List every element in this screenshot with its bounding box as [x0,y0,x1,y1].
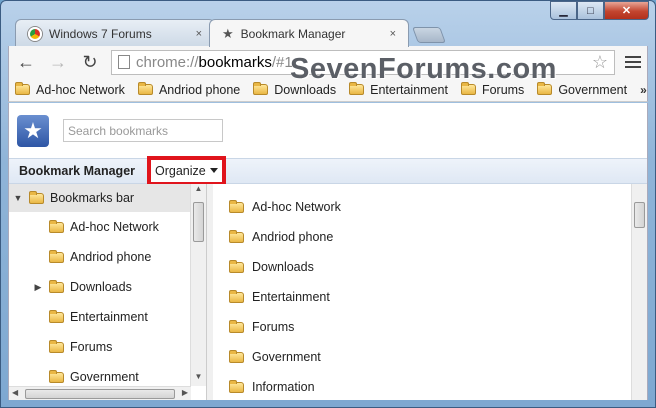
scroll-thumb[interactable] [634,202,645,228]
tree-item[interactable]: Andriod phone [9,242,206,272]
window-controls: ▁ □ ✕ [550,1,649,20]
bookmark-manager-logo-icon: ★ [17,114,49,147]
forward-button[interactable]: → [47,51,69,73]
bookmark-item[interactable]: Andriod phone [137,82,240,97]
list-item[interactable]: Downloads [229,252,647,282]
list-item[interactable]: Ad-hoc Network [229,192,647,222]
page-title: Bookmark Manager [19,164,136,178]
tab-label: Bookmark Manager [240,26,346,41]
url-host: bookmarks [198,53,272,71]
tab-bookmark-manager[interactable]: ★ Bookmark Manager × [209,19,409,47]
bookmark-item[interactable]: Ad-hoc Network [15,82,125,97]
scroll-down-arrow-icon[interactable]: ▼ [191,372,206,386]
collapse-triangle-icon[interactable]: ▼ [13,193,23,203]
overflow-chevron-icon[interactable]: » [640,83,647,97]
tab-strip: Windows 7 Forums × ★ Bookmark Manager × [15,19,446,47]
tree-vertical-scrollbar[interactable]: ▲ ▼ [190,184,206,386]
manager-toolbar: Bookmark Manager Organize [9,155,647,186]
folder-icon [253,82,269,95]
tab-windows7forums[interactable]: Windows 7 Forums × [15,19,215,47]
folder-icon [229,349,244,363]
folder-icon [49,279,64,293]
scroll-thumb[interactable] [193,202,204,242]
folder-icon [49,369,64,383]
search-input[interactable] [63,119,223,142]
star-icon: ★ [222,25,234,41]
url-scheme: chrome:// [136,53,199,71]
tree-item[interactable]: ▶ Downloads [9,272,206,302]
manager-header: ★ [9,103,647,158]
organize-menu-button[interactable]: Organize [147,155,226,186]
folder-icon [49,309,64,323]
list-item[interactable]: Entertainment [229,282,647,312]
chrome-icon [28,26,42,41]
tree-horizontal-scrollbar[interactable]: ◀ ▶ [9,386,191,400]
folder-icon [229,319,244,333]
tree-item[interactable]: Entertainment [9,302,206,332]
folder-icon [229,229,244,243]
back-button[interactable]: ← [15,51,37,73]
folder-icon [49,339,64,353]
tree-item[interactable]: Ad-hoc Network [9,212,206,242]
reload-button[interactable]: ↻ [79,51,101,73]
scroll-thumb[interactable] [25,389,175,399]
bookmark-list: Ad-hoc Network Andriod phone Downloads E… [207,184,647,400]
watermark: SevenForums.com [290,53,557,85]
list-item[interactable]: Andriod phone [229,222,647,252]
folder-icon [49,219,64,233]
folder-icon [49,249,64,263]
folder-icon [137,82,153,95]
caret-down-icon [209,168,218,173]
folder-tree: ▼ Bookmarks bar Ad-hoc Network Andriod p… [9,184,207,400]
list-item[interactable]: Government [229,342,647,372]
tree-item-bookmarks-bar[interactable]: ▼ Bookmarks bar [9,184,206,212]
list-item[interactable]: Forums [229,312,647,342]
scroll-right-arrow-icon[interactable]: ▶ [182,388,188,397]
maximize-button[interactable]: □ [577,1,604,20]
menu-icon[interactable] [625,56,641,68]
folder-icon [229,289,244,303]
bookmark-manager-page: ★ Bookmark Manager Organize ▼ Bookmarks … [8,103,648,400]
list-item[interactable]: Information [229,372,647,402]
panes: ▼ Bookmarks bar Ad-hoc Network Andriod p… [9,184,647,400]
tab-close-icon[interactable]: × [196,28,202,40]
folder-icon [229,379,244,393]
folder-icon [15,82,30,95]
scroll-up-arrow-icon[interactable]: ▲ [191,184,206,198]
page-icon [118,55,130,69]
tree-item[interactable]: Forums [9,332,206,362]
folder-icon [229,259,244,273]
list-vertical-scrollbar[interactable] [631,184,647,400]
tab-label: Windows 7 Forums [49,26,152,41]
folder-icon [229,199,244,213]
expand-triangle-icon[interactable]: ▶ [33,282,43,293]
tab-close-icon[interactable]: × [390,28,396,40]
scroll-left-arrow-icon[interactable]: ◀ [12,388,18,397]
new-tab-button[interactable] [412,27,446,43]
bookmark-star-icon[interactable]: ☆ [592,52,608,73]
folder-open-icon [29,190,44,204]
organize-label: Organize [155,163,206,178]
minimize-button[interactable]: ▁ [550,1,577,20]
close-button[interactable]: ✕ [604,1,649,20]
